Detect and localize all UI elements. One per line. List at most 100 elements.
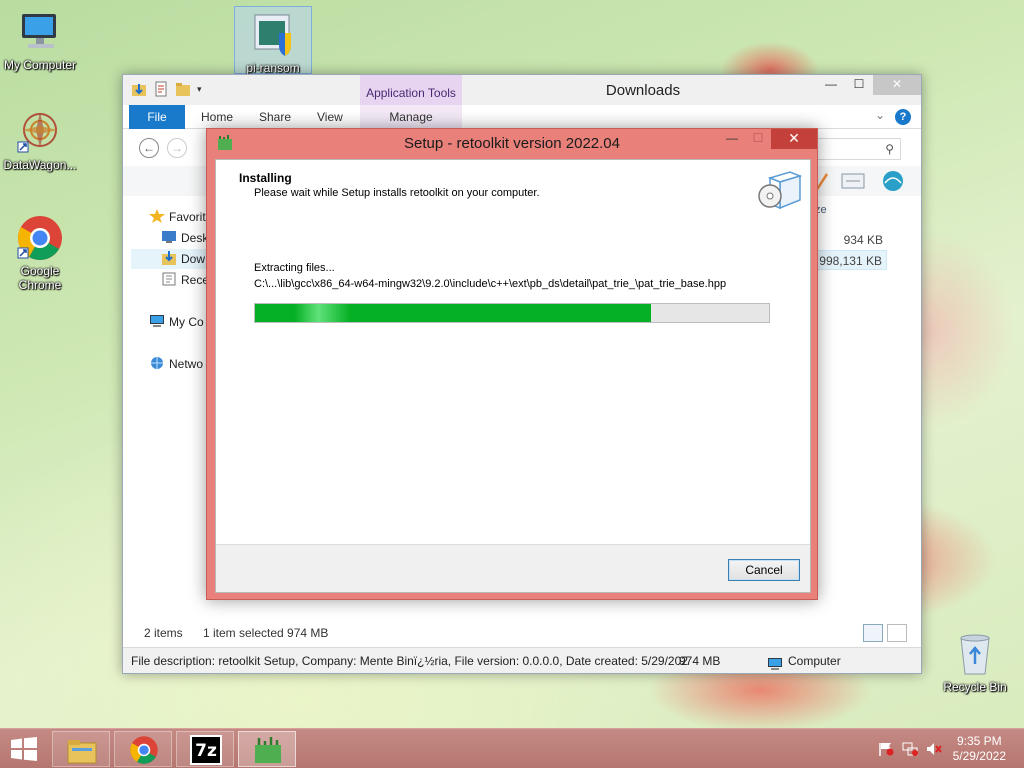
- desktop-icon-label: DataWagon...: [3, 158, 77, 172]
- star-icon: [149, 209, 165, 223]
- desktop-icon: [161, 230, 177, 244]
- details-view-button[interactable]: [863, 624, 883, 642]
- chevron-down-icon[interactable]: ▾: [197, 81, 213, 97]
- setup-title: Setup - retoolkit version 2022.04: [404, 135, 620, 152]
- nav-item-my-computer[interactable]: My Co: [149, 312, 204, 332]
- computer-icon: [16, 8, 64, 56]
- taskbar-retoolkit-setup[interactable]: [238, 731, 296, 767]
- taskbar-7zip[interactable]: 7z: [176, 731, 234, 767]
- folder-down-icon[interactable]: [131, 81, 147, 97]
- nav-item-network[interactable]: Netwo: [149, 354, 203, 374]
- chrome-icon: [16, 214, 64, 262]
- file-description: File description: retoolkit Setup, Compa…: [131, 654, 688, 668]
- datawagon-icon: [16, 108, 64, 156]
- details-bar: File description: retoolkit Setup, Compa…: [123, 647, 921, 673]
- setup-dialog: Setup - retoolkit version 2022.04 — ☐ ✕ …: [206, 128, 818, 600]
- minimize-button[interactable]: —: [817, 75, 845, 95]
- taskbar-file-explorer[interactable]: [52, 731, 110, 767]
- recycle-bin-icon: [951, 630, 999, 678]
- setup-content: Installing Please wait while Setup insta…: [215, 159, 811, 593]
- clock-time: 9:35 PM: [956, 734, 1002, 748]
- window-title: Downloads: [605, 82, 681, 99]
- installer-shield-icon: [249, 11, 297, 59]
- computer-small-icon: [767, 654, 783, 670]
- tab-file[interactable]: File: [129, 105, 185, 129]
- volume-muted-icon[interactable]: [926, 742, 942, 756]
- chrome-icon: [128, 735, 160, 765]
- search-input[interactable]: ⚲: [811, 138, 901, 160]
- setup-titlebar[interactable]: Setup - retoolkit version 2022.04 — ☐ ✕: [207, 129, 817, 159]
- tab-home[interactable]: Home: [201, 105, 233, 129]
- setup-header: Installing Please wait while Setup insta…: [216, 160, 810, 218]
- ribbon-expand-icon[interactable]: ⌄: [875, 108, 885, 122]
- taskbar: 7z 9:35 PM 5/29/2022: [0, 728, 1024, 768]
- desktop-icon-google-chrome[interactable]: Google Chrome: [0, 214, 80, 292]
- item-count: 2 items: [144, 626, 183, 640]
- setup-body: Extracting files... C:\...\lib\gcc\x86_6…: [216, 218, 810, 518]
- desktop-icon-my-computer[interactable]: My Computer: [0, 8, 80, 72]
- file-explorer-icon: [66, 735, 98, 765]
- view-switcher: [863, 624, 907, 642]
- install-box-icon: [756, 164, 804, 212]
- close-button[interactable]: ✕: [873, 75, 921, 95]
- action-center-flag-icon[interactable]: [878, 742, 894, 756]
- cancel-button[interactable]: Cancel: [728, 559, 800, 581]
- nav-item-recent[interactable]: Rece: [161, 270, 209, 290]
- status-label: Extracting files...: [254, 262, 335, 274]
- tab-share[interactable]: Share: [259, 105, 291, 129]
- search-icon: ⚲: [885, 142, 894, 156]
- new-folder-icon[interactable]: [175, 81, 191, 97]
- desktop-icon-pi-ransom[interactable]: pi-ransom: [234, 6, 312, 75]
- shell-icon[interactable]: [881, 169, 905, 193]
- desktop-icon-recycle-bin[interactable]: Recycle Bin: [935, 630, 1015, 694]
- minimize-button[interactable]: —: [719, 129, 745, 149]
- install-progress-bar: [254, 303, 770, 323]
- desktop-icon-datawagon[interactable]: DataWagon...: [0, 108, 80, 172]
- setup-window-controls: — ☐ ✕: [719, 129, 817, 149]
- ribbon-tabs: File Home Share View Manage ⌄ ?: [123, 105, 921, 129]
- display-icon[interactable]: [841, 172, 865, 190]
- large-icons-view-button[interactable]: [887, 624, 907, 642]
- retoolkit-icon: [252, 735, 284, 765]
- setup-subheading: Please wait while Setup installs retoolk…: [254, 187, 540, 199]
- setup-footer: Cancel: [216, 544, 810, 592]
- computer-small-icon: [149, 314, 165, 328]
- tab-manage[interactable]: Manage: [360, 105, 462, 129]
- nav-item-desktop[interactable]: Desk: [161, 228, 208, 248]
- start-button[interactable]: [10, 737, 38, 761]
- properties-icon[interactable]: [153, 81, 169, 97]
- selection-info: 1 item selected 974 MB: [203, 626, 329, 640]
- desktop-icon-label: My Computer: [3, 58, 77, 72]
- setup-heading: Installing: [239, 171, 292, 185]
- network-status-icon[interactable]: [902, 742, 918, 756]
- clock[interactable]: 9:35 PM 5/29/2022: [953, 734, 1006, 764]
- help-icon[interactable]: ?: [895, 109, 911, 125]
- install-progress-fill: [255, 304, 651, 322]
- nav-item-favorites[interactable]: Favorit: [149, 207, 206, 227]
- retoolkit-icon: [217, 135, 233, 151]
- file-size-selected: 998,131 KB: [814, 250, 887, 270]
- desktop-icon-label: Google Chrome: [18, 264, 62, 292]
- network-icon: [149, 356, 165, 370]
- windows-logo-icon: [11, 737, 37, 761]
- close-button[interactable]: ✕: [771, 129, 817, 149]
- desktop-icon-label: pi-ransom: [246, 61, 300, 75]
- location-label: Computer: [788, 654, 841, 668]
- recent-places-icon: [161, 272, 177, 286]
- status-bar: 2 items 1 item selected 974 MB: [123, 622, 921, 644]
- maximize-button[interactable]: ☐: [745, 129, 771, 149]
- file-size: 934 KB: [843, 233, 883, 247]
- seven-zip-icon: 7z: [190, 735, 222, 765]
- clock-date: 5/29/2022: [952, 749, 1006, 763]
- file-size-detail: 974 MB: [679, 654, 721, 668]
- maximize-button[interactable]: ☐: [845, 75, 873, 95]
- explorer-titlebar[interactable]: ▾ Application Tools Downloads — ☐ ✕: [123, 75, 921, 105]
- downloads-folder-icon: [161, 251, 177, 265]
- tab-view[interactable]: View: [317, 105, 343, 129]
- back-button[interactable]: ←: [139, 138, 159, 158]
- quick-access-toolbar: ▾: [131, 81, 213, 97]
- window-controls: — ☐ ✕: [817, 75, 921, 95]
- application-tools-tab[interactable]: Application Tools: [360, 75, 462, 105]
- taskbar-google-chrome[interactable]: [114, 731, 172, 767]
- forward-button[interactable]: →: [167, 138, 187, 158]
